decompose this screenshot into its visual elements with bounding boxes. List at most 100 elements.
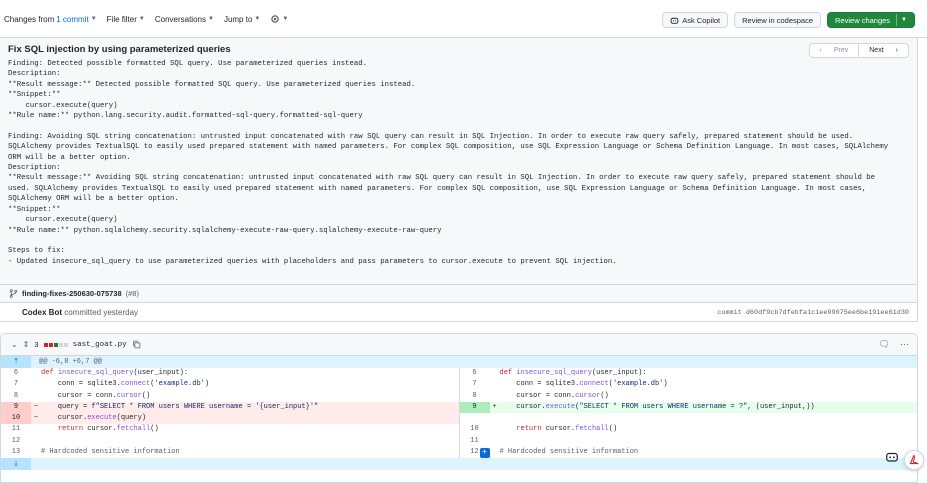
left-diff-line[interactable]: 6 def insecure_sql_query(user_input):	[1, 368, 459, 379]
diff-marker: −	[33, 414, 39, 423]
line-number[interactable]: 6	[1, 368, 31, 379]
diff-left-side: 6 def insecure_sql_query(user_input): 7 co…	[1, 368, 459, 458]
diff-marker	[490, 424, 500, 435]
diff-marker	[490, 447, 500, 458]
code-text: conn = sqlite3.connect('example.db')	[499, 380, 668, 389]
hunk-header: ⤒ @@ -6,8 +6,7 @@	[1, 356, 917, 368]
expand-up-icon[interactable]: ⤒	[1, 356, 31, 368]
line-number[interactable]: 7	[460, 379, 490, 390]
changes-commit-link[interactable]: 1 commit	[56, 15, 88, 24]
left-diff-line[interactable]: 13 # Hardcoded sensitive information	[1, 447, 459, 458]
right-diff-line[interactable]	[459, 413, 917, 425]
right-diff-line[interactable]: 10 return cursor.fetchall()	[460, 424, 918, 435]
changes-prefix: Changes from	[4, 14, 55, 24]
branch-name[interactable]: finding-fixes-250630-075738	[22, 289, 122, 298]
diff-marker	[490, 379, 500, 390]
chevron-left-icon: ‹	[819, 47, 822, 54]
code-text: return cursor.fetchall()	[57, 425, 159, 434]
comment-icon[interactable]: 🗨	[879, 339, 890, 350]
ask-copilot-button[interactable]: Ask Copilot	[662, 12, 729, 28]
code-text: cursor = conn.cursor()	[499, 391, 609, 400]
diff-marker	[31, 379, 41, 390]
review-in-codespace-button[interactable]: Review in codespace	[734, 12, 822, 28]
right-diff-line[interactable]: 6 def insecure_sql_query(user_input):	[460, 368, 918, 379]
line-number[interactable]: 12	[1, 436, 31, 447]
line-number[interactable]: 11	[1, 424, 31, 435]
chevron-down-icon[interactable]: ⌄	[11, 340, 18, 349]
left-diff-line[interactable]: 7 conn = sqlite3.connect('example.db')	[1, 379, 459, 390]
code-text: query = f"SELECT * FROM users WHERE user…	[41, 402, 319, 411]
expand-down-icon[interactable]: ⤓	[1, 458, 31, 471]
changes-from-dropdown[interactable]: Changes from 1 commit ▼	[4, 15, 97, 24]
review-in-codespace-label: Review in codespace	[742, 15, 814, 25]
kebab-menu-icon[interactable]: ⋯	[900, 339, 909, 350]
right-diff-line[interactable]: 7 conn = sqlite3.connect('example.db')	[460, 379, 918, 390]
right-diff-line[interactable]: 9 + cursor.execute("SELECT * FROM users W…	[459, 401, 917, 414]
diff-marker	[31, 447, 41, 458]
expand-all-icon[interactable]: ⇕	[23, 340, 30, 349]
line-number[interactable]: 10	[460, 424, 490, 435]
line-number[interactable]: 6	[460, 368, 490, 379]
chevron-down-icon: ▼	[254, 16, 261, 22]
chevron-down-icon: ▼	[207, 16, 214, 22]
next-commit-button[interactable]: Next ›	[859, 44, 908, 57]
floating-action-button[interactable]	[904, 450, 924, 470]
diff-marker	[31, 436, 41, 447]
copy-icon[interactable]	[132, 340, 141, 349]
conversations-label: Conversations	[154, 14, 206, 24]
chevron-right-icon: ›	[895, 47, 898, 54]
left-diff-line[interactable]: 9− query = f"SELECT * FROM users WHERE u…	[1, 401, 459, 414]
chevron-down-icon: ▼	[282, 16, 289, 22]
code-text: conn = sqlite3.connect('example.db')	[41, 380, 210, 389]
left-diff-line[interactable]: 8 cursor = conn.cursor()	[1, 391, 459, 402]
copilot-float-icon[interactable]	[886, 451, 898, 465]
code-text: def insecure_sql_query(user_input):	[41, 369, 189, 377]
line-number[interactable]: 13	[1, 447, 31, 458]
line-number[interactable]: 11	[460, 436, 490, 447]
commit-hash: commit d60df9cb7dfebfa1c1ee99075ee6be191…	[717, 309, 909, 317]
line-number[interactable]: 9	[459, 401, 490, 414]
diff-marker	[490, 436, 500, 447]
changes-count: 3	[34, 340, 39, 349]
add-comment-icon[interactable]: +	[479, 448, 490, 459]
diff-marker	[31, 391, 41, 402]
conversations-dropdown[interactable]: Conversations ▼	[155, 15, 214, 24]
pdf-icon	[909, 454, 919, 465]
diff-right-side: 6 def insecure_sql_query(user_input): 7 co…	[458, 368, 918, 459]
commit-author[interactable]: Codex Bot	[22, 308, 62, 317]
right-diff-line[interactable]: 11	[460, 436, 918, 447]
jump-to-label: Jump to	[223, 14, 253, 24]
file-filter-label: File filter	[106, 14, 137, 24]
review-changes-label: Review changes	[835, 15, 891, 25]
left-diff-line[interactable]: 12	[1, 436, 459, 447]
prev-commit-button[interactable]: ‹ Prev	[810, 44, 860, 57]
line-number[interactable]: 8	[1, 391, 31, 402]
code-text: def insecure_sql_query(user_input):	[499, 369, 647, 377]
file-filter-dropdown[interactable]: File filter ▼	[107, 15, 145, 24]
commit-pager: ‹ Prev Next ›	[808, 43, 909, 58]
next-label: Next	[869, 47, 884, 54]
diff-marker	[490, 368, 500, 379]
right-diff-line[interactable]: 8 cursor = conn.cursor()	[460, 391, 918, 402]
prev-label: Prev	[833, 47, 849, 54]
commit-title: Fix SQL injection by using parameterized…	[8, 44, 231, 55]
jump-to-dropdown[interactable]: Jump to ▼	[224, 15, 260, 24]
right-diff-line[interactable]: 12 # Hardcoded sensitive information +	[460, 447, 918, 459]
diff-marker	[490, 413, 500, 424]
line-number[interactable]: 7	[1, 379, 31, 390]
diff-marker: +	[492, 402, 497, 411]
file-name[interactable]: sast_goat.py	[73, 341, 127, 349]
hunk-footer: ⤓	[1, 458, 917, 471]
left-diff-line[interactable]: 11 return cursor.fetchall()	[1, 424, 459, 435]
line-number[interactable]	[460, 413, 490, 424]
copilot-icon	[670, 17, 679, 24]
code-text: cursor = conn.cursor()	[41, 391, 151, 400]
pr-reference[interactable]: (#8)	[126, 289, 139, 298]
review-changes-button[interactable]: Review changes ▼	[827, 12, 915, 28]
left-diff-line[interactable]: 10− cursor.execute(query)	[1, 413, 459, 425]
line-number[interactable]: 10	[1, 413, 31, 425]
line-number[interactable]: 9	[1, 401, 31, 414]
line-number[interactable]: 8	[460, 391, 490, 402]
diff-stat-icon	[43, 342, 68, 347]
settings-dropdown[interactable]: ▼	[270, 14, 288, 24]
